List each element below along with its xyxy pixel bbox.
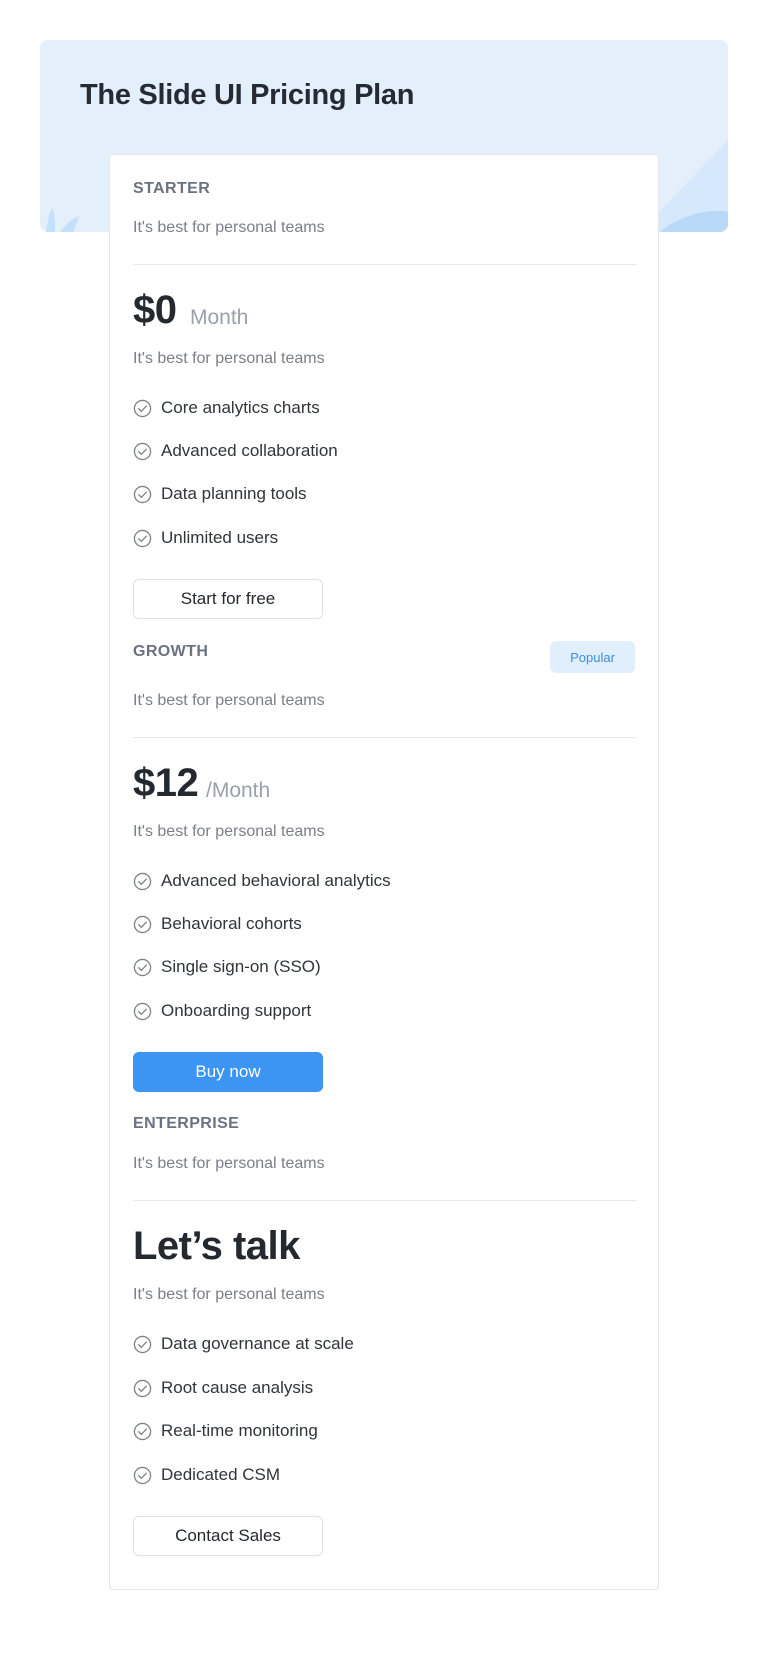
feature-label: Data planning tools: [161, 484, 307, 503]
plan-price: Let’s talk: [133, 1224, 300, 1268]
divider: [133, 264, 636, 265]
feature-item: Data governance at scale: [133, 1333, 354, 1355]
feature-item: Data planning tools: [133, 483, 307, 505]
feature-item: Unlimited users: [133, 527, 278, 549]
divider: [133, 737, 636, 738]
plan-tagline: It's best for personal teams: [133, 692, 325, 709]
check-circle-icon: [133, 529, 152, 547]
check-circle-icon: [133, 399, 152, 417]
feature-label: Advanced behavioral analytics: [161, 871, 391, 890]
feature-item: Onboarding support: [133, 1000, 311, 1022]
feature-item: Advanced collaboration: [133, 440, 338, 462]
check-circle-icon: [133, 1335, 152, 1353]
plan-description: It's best for personal teams: [133, 823, 325, 840]
plan-description: It's best for personal teams: [133, 350, 325, 367]
plan-name: ENTERPRISE: [133, 1115, 240, 1132]
plan-tagline: It's best for personal teams: [133, 1155, 325, 1172]
contact-sales-button[interactable]: Contact Sales: [133, 1516, 323, 1556]
plan-tagline: It's best for personal teams: [133, 219, 325, 236]
plan-description: It's best for personal teams: [133, 1286, 325, 1303]
feature-item: Behavioral cohorts: [133, 913, 302, 935]
feature-item: Dedicated CSM: [133, 1464, 280, 1486]
plan-period: Month: [190, 306, 249, 329]
page-title: The Slide UI Pricing Plan: [80, 79, 415, 111]
feature-label: Single sign-on (SSO): [161, 957, 321, 976]
feature-label: Root cause analysis: [161, 1378, 314, 1397]
check-circle-icon: [133, 1422, 152, 1440]
plan-name: STARTER: [133, 180, 211, 197]
feature-label: Advanced collaboration: [161, 441, 338, 460]
pricing-card: STARTER It's best for personal teams $0 …: [109, 154, 659, 1590]
feature-item: Core analytics charts: [133, 397, 320, 419]
plan-name: GROWTH: [133, 643, 209, 660]
check-circle-icon: [133, 442, 152, 460]
feature-item: Real-time monitoring: [133, 1420, 318, 1442]
feature-label: Dedicated CSM: [161, 1465, 281, 1484]
feature-label: Onboarding support: [161, 1001, 312, 1020]
check-circle-icon: [133, 1002, 152, 1020]
feature-label: Unlimited users: [161, 528, 279, 547]
feature-label: Data governance at scale: [161, 1334, 354, 1353]
check-circle-icon: [133, 485, 152, 503]
plan-price: $0: [133, 288, 177, 332]
feature-item: Root cause analysis: [133, 1377, 313, 1399]
check-circle-icon: [133, 1379, 152, 1397]
check-circle-icon: [133, 915, 152, 933]
divider: [133, 1200, 636, 1201]
check-circle-icon: [133, 1466, 152, 1484]
popular-badge: Popular: [550, 641, 635, 673]
check-circle-icon: [133, 872, 152, 890]
feature-label: Core analytics charts: [161, 398, 320, 417]
feature-label: Real-time monitoring: [161, 1421, 318, 1440]
buy-now-button[interactable]: Buy now: [133, 1052, 323, 1092]
start-for-free-button[interactable]: Start for free: [133, 579, 323, 619]
feature-item: Advanced behavioral analytics: [133, 870, 391, 892]
feature-item: Single sign-on (SSO): [133, 956, 321, 978]
plan-period: /Month: [206, 779, 271, 802]
feature-label: Behavioral cohorts: [161, 914, 302, 933]
plan-price: $12: [133, 761, 199, 805]
check-circle-icon: [133, 958, 152, 976]
